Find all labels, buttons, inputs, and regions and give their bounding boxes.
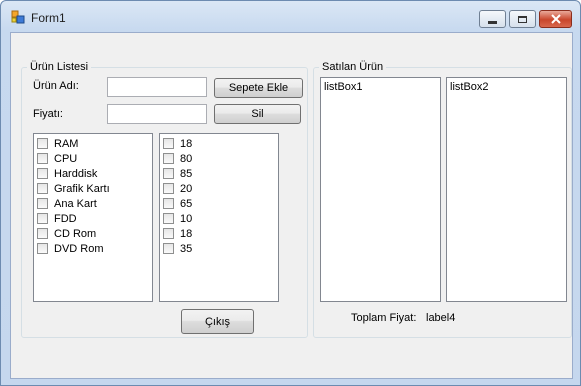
price-item-label: 18 <box>180 227 193 240</box>
checkbox[interactable] <box>37 153 48 164</box>
products-checked-list[interactable]: RAM CPU Harddisk Grafik Kartı Ana Kart F… <box>33 133 153 302</box>
checkbox[interactable] <box>37 198 48 209</box>
close-button[interactable] <box>539 10 572 28</box>
product-name-label: Ürün Adı: <box>33 80 79 92</box>
product-item[interactable]: FDD <box>34 211 152 226</box>
product-item-label: Harddisk <box>54 167 98 180</box>
listbox-2[interactable]: listBox2 <box>446 77 567 302</box>
price-item[interactable]: 10 <box>160 211 278 226</box>
total-price-label: Toplam Fiyat: <box>351 312 417 324</box>
price-item[interactable]: 18 <box>160 136 278 151</box>
product-item-label: CPU <box>54 152 78 165</box>
product-list-group-label: Ürün Listesi <box>27 61 92 73</box>
form-client-area: Ürün Listesi Ürün Adı: Sepete Ekle Fiyat… <box>10 32 573 379</box>
checkbox[interactable] <box>37 183 48 194</box>
product-item-label: Grafik Kartı <box>54 182 110 195</box>
product-item[interactable]: Grafik Kartı <box>34 181 152 196</box>
checkbox[interactable] <box>37 228 48 239</box>
title-bar[interactable]: Form1 <box>1 1 580 31</box>
form-window: Form1 Ürün Listesi Ürün Adı: Sepete Ekle… <box>0 0 581 386</box>
close-icon <box>550 14 561 24</box>
checkbox[interactable] <box>163 153 174 164</box>
checkbox[interactable] <box>163 213 174 224</box>
checkbox[interactable] <box>37 138 48 149</box>
price-item-label: 35 <box>180 242 193 255</box>
price-item-label: 10 <box>180 212 193 225</box>
product-item[interactable]: Ana Kart <box>34 196 152 211</box>
checkbox[interactable] <box>163 183 174 194</box>
add-to-cart-button[interactable]: Sepete Ekle <box>214 78 303 98</box>
price-item[interactable]: 65 <box>160 196 278 211</box>
app-icon <box>11 10 25 24</box>
minimize-button[interactable] <box>479 10 506 28</box>
maximize-button[interactable] <box>509 10 536 28</box>
checkbox[interactable] <box>37 243 48 254</box>
product-item-label: DVD Rom <box>54 242 104 255</box>
total-price-value: label4 <box>426 312 456 324</box>
window-title: Form1 <box>31 11 66 25</box>
exit-button[interactable]: Çıkış <box>181 309 254 334</box>
prices-checked-list[interactable]: 18 80 85 20 65 10 18 35 <box>159 133 279 302</box>
listbox-2-text: listBox2 <box>450 81 489 93</box>
product-item-label: CD Rom <box>54 227 97 240</box>
checkbox[interactable] <box>37 213 48 224</box>
checkbox[interactable] <box>163 168 174 179</box>
checkbox[interactable] <box>37 168 48 179</box>
product-item-label: FDD <box>54 212 77 225</box>
product-item-label: Ana Kart <box>54 197 97 210</box>
sold-products-group-label: Satılan Ürün <box>319 61 387 73</box>
price-item-label: 20 <box>180 182 193 195</box>
price-item[interactable]: 35 <box>160 241 278 256</box>
price-item-label: 18 <box>180 137 193 150</box>
listbox-1[interactable]: listBox1 <box>320 77 441 302</box>
minimize-icon <box>488 20 497 24</box>
price-input[interactable] <box>107 104 207 124</box>
delete-button[interactable]: Sil <box>214 104 301 124</box>
maximize-icon <box>518 15 527 23</box>
price-label: Fiyatı: <box>33 108 63 120</box>
product-item-label: RAM <box>54 137 79 150</box>
product-name-input[interactable] <box>107 77 207 97</box>
product-item[interactable]: DVD Rom <box>34 241 152 256</box>
price-item[interactable]: 80 <box>160 151 278 166</box>
price-item-label: 80 <box>180 152 193 165</box>
price-item-label: 65 <box>180 197 193 210</box>
checkbox[interactable] <box>163 228 174 239</box>
product-item[interactable]: RAM <box>34 136 152 151</box>
price-item[interactable]: 18 <box>160 226 278 241</box>
product-item[interactable]: CPU <box>34 151 152 166</box>
price-item[interactable]: 85 <box>160 166 278 181</box>
checkbox[interactable] <box>163 138 174 149</box>
price-item[interactable]: 20 <box>160 181 278 196</box>
product-item[interactable]: CD Rom <box>34 226 152 241</box>
listbox-1-text: listBox1 <box>324 81 363 93</box>
checkbox[interactable] <box>163 243 174 254</box>
product-item[interactable]: Harddisk <box>34 166 152 181</box>
checkbox[interactable] <box>163 198 174 209</box>
price-item-label: 85 <box>180 167 193 180</box>
